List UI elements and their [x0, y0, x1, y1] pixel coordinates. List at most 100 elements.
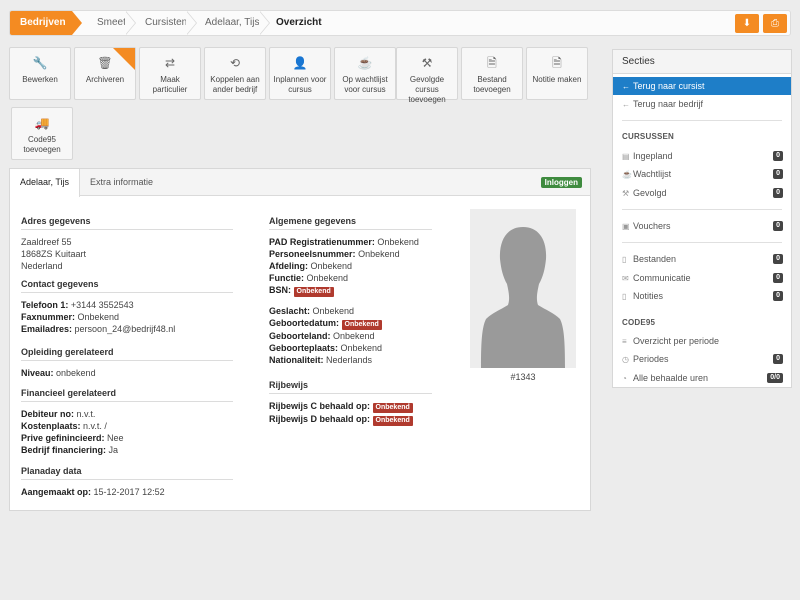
link-company-button[interactable]: ⟲ Koppelen aan ander bedrijf — [204, 47, 266, 100]
sidebar-item-back-to-company[interactable]: ← Terug naar bedrijf — [613, 95, 791, 113]
sidebar-item-notes[interactable]: ▯ Notities 0 — [613, 287, 791, 305]
breadcrumb-item-cursisten[interactable]: Cursisten — [131, 11, 187, 35]
field-label: Geboorteland: — [269, 331, 331, 341]
field-label: Geboorteplaats: — [269, 343, 339, 353]
section-title: Contact gegevens — [21, 279, 233, 293]
tile-corner-marker — [113, 48, 135, 70]
cost-row: Kostenplaats: n.v.t. / — [21, 420, 233, 432]
edit-button[interactable]: 🔧 Bewerken — [9, 47, 71, 100]
sidebar-title: Secties — [613, 50, 791, 74]
level-value: onbekend — [56, 368, 96, 378]
sidebar-item-waitlist[interactable]: ☕Wachtlijst 0 — [613, 165, 791, 183]
sidebar-item-periods[interactable]: ◷ Periodes 0 — [613, 350, 791, 368]
sidebar-item-communication[interactable]: ✉ Communicatie 0 — [613, 269, 791, 287]
archive-button[interactable]: 🗑 Archiveren — [74, 47, 136, 100]
tile-label: Code95 toevoegen — [23, 135, 61, 154]
section-title: Rijbewijs — [269, 380, 432, 394]
email-value[interactable]: persoon_24@bedrijf48.nl — [75, 324, 176, 334]
breadcrumb-item-smeets[interactable]: Smeets — [83, 11, 131, 35]
gift-icon: ▣ — [622, 222, 630, 231]
add-followed-course-button[interactable]: ⚒ Gevolgde cursus toevoegen — [396, 47, 458, 104]
file-icon: ▯ — [622, 292, 627, 301]
sidebar-item-files[interactable]: ▯ Bestanden 0 — [613, 250, 791, 268]
field-label: Debiteur no: — [21, 409, 74, 419]
sidebar-item-planned[interactable]: ▤ Ingepland 0 — [613, 147, 791, 165]
login-badge[interactable]: Inloggen — [540, 177, 582, 188]
tab-extra-info[interactable]: Extra informatie — [80, 169, 163, 196]
sidebar-item-label: Alle behaalde uren — [633, 373, 709, 383]
sidebar-item-label: Notities — [633, 291, 664, 301]
file-icon: ▯ — [622, 255, 627, 264]
section-title: Opleiding gerelateerd — [21, 347, 233, 361]
download-button[interactable]: ⬇ — [735, 14, 759, 33]
sidebar-item-label: Wachtlijst — [633, 169, 672, 179]
schedule-course-button[interactable]: 👤 Inplannen voor cursus — [269, 47, 331, 100]
sidebar-item-label: Periodes — [633, 354, 669, 364]
private-value: Nee — [107, 433, 124, 443]
field-label: Emailadres: — [21, 324, 73, 334]
birth-country-row: Geboorteland: Onbekend — [269, 330, 432, 342]
student-detail-panel: Adelaar, Tijs Extra informatie Inloggen … — [9, 168, 591, 511]
add-code95-button[interactable]: 🚚 Code95 toevoegen — [11, 107, 73, 160]
profile-photo-placeholder[interactable] — [470, 209, 576, 368]
count-badge: 0 — [773, 221, 783, 231]
phone-value: +3144 3552543 — [70, 300, 134, 310]
breadcrumb-item-bedrijven[interactable]: Bedrijven — [10, 11, 82, 35]
waitlist-button[interactable]: ☕ Op wachtlijst voor cursus — [334, 47, 396, 100]
add-note-button[interactable]: 🗎 Notitie maken — [526, 47, 588, 100]
user-icon: 👤 — [292, 56, 308, 70]
dept-row: Afdeling: Onbekend — [269, 260, 432, 272]
print-button[interactable]: ⎙ — [763, 14, 787, 33]
sidebar-item-label: Gevolgd — [633, 188, 667, 198]
tile-label: Inplannen voor cursus — [273, 75, 327, 94]
address-street: Zaaldreef 55 — [21, 237, 72, 247]
field-label: Telefoon 1: — [21, 300, 69, 310]
sidebar-item-back-to-student[interactable]: ← Terug naar cursist — [613, 77, 791, 95]
education-section: Opleiding gerelateerd Niveau: onbekend — [21, 347, 233, 379]
field-label: Rijbewijs C behaald op: — [269, 401, 371, 411]
tile-label: Op wachtlijst voor cursus — [342, 75, 388, 94]
section-title: Financieel gerelateerd — [21, 388, 233, 402]
function-row: Functie: Onbekend — [269, 272, 432, 284]
sidebar-item-label: Vouchers — [633, 221, 671, 231]
level-row: Niveau: onbekend — [21, 367, 233, 379]
divider — [622, 120, 782, 121]
breadcrumb-item-student[interactable]: Adelaar, Tijs — [191, 11, 259, 35]
field-label: Nationaliteit: — [269, 355, 324, 365]
sections-sidebar: Secties ← Terug naar cursist ← Terug naar … — [612, 49, 792, 388]
count-badge: 0 — [773, 254, 783, 264]
sidebar-item-vouchers[interactable]: ▣ Vouchers 0 — [613, 217, 791, 235]
contact-section: Contact gegevens Telefoon 1: +3144 35525… — [21, 279, 233, 335]
retweet-icon: ⟲ — [229, 56, 241, 70]
cost-value: n.v.t. / — [83, 421, 107, 431]
address-country: Nederland — [21, 261, 63, 271]
fax-value: Onbekend — [77, 312, 120, 322]
sidebar-item-label: Bestanden — [633, 254, 677, 264]
field-label: Rijbewijs D behaald op: — [269, 414, 371, 424]
birth-place-value: Onbekend — [340, 343, 383, 353]
sidebar-item-overview-period[interactable]: ≡ Overzicht per periode — [613, 332, 791, 350]
tile-label: Bestand toevoegen — [473, 75, 511, 94]
code95-heading: CODE95 — [622, 318, 656, 327]
coffee-icon: ☕ — [357, 56, 373, 70]
field-label: Afdeling: — [269, 261, 308, 271]
sidebar-item-label: Overzicht per periode — [633, 336, 720, 346]
field-label: Personeelsnummer: — [269, 249, 356, 259]
field-label: Functie: — [269, 273, 304, 283]
unknown-badge: Onbekend — [372, 416, 413, 426]
tab-student[interactable]: Adelaar, Tijs — [10, 169, 81, 197]
sidebar-item-followed[interactable]: ⚒ Gevolgd 0 — [613, 184, 791, 202]
divider — [622, 242, 782, 243]
sidebar-item-label: Ingepland — [633, 151, 673, 161]
pad-value: Onbekend — [377, 237, 419, 247]
make-private-button[interactable]: ⇄ Maak particulier — [139, 47, 201, 100]
sidebar-item-label: Terug naar cursist — [633, 81, 705, 91]
person-silhouette-icon — [481, 227, 565, 368]
financial-section: Financieel gerelateerd Debiteur no: n.v.… — [21, 388, 233, 456]
list-icon: ≡ — [622, 337, 627, 346]
section-title: Algemene gegevens — [269, 216, 432, 230]
staff-value: Onbekend — [358, 249, 400, 259]
debtor-value: n.v.t. — [76, 409, 96, 419]
add-file-button[interactable]: 🗎 Bestand toevoegen — [461, 47, 523, 100]
sidebar-item-all-hours[interactable]: ◔ Alle behaalde uren 0/0 — [613, 369, 791, 387]
